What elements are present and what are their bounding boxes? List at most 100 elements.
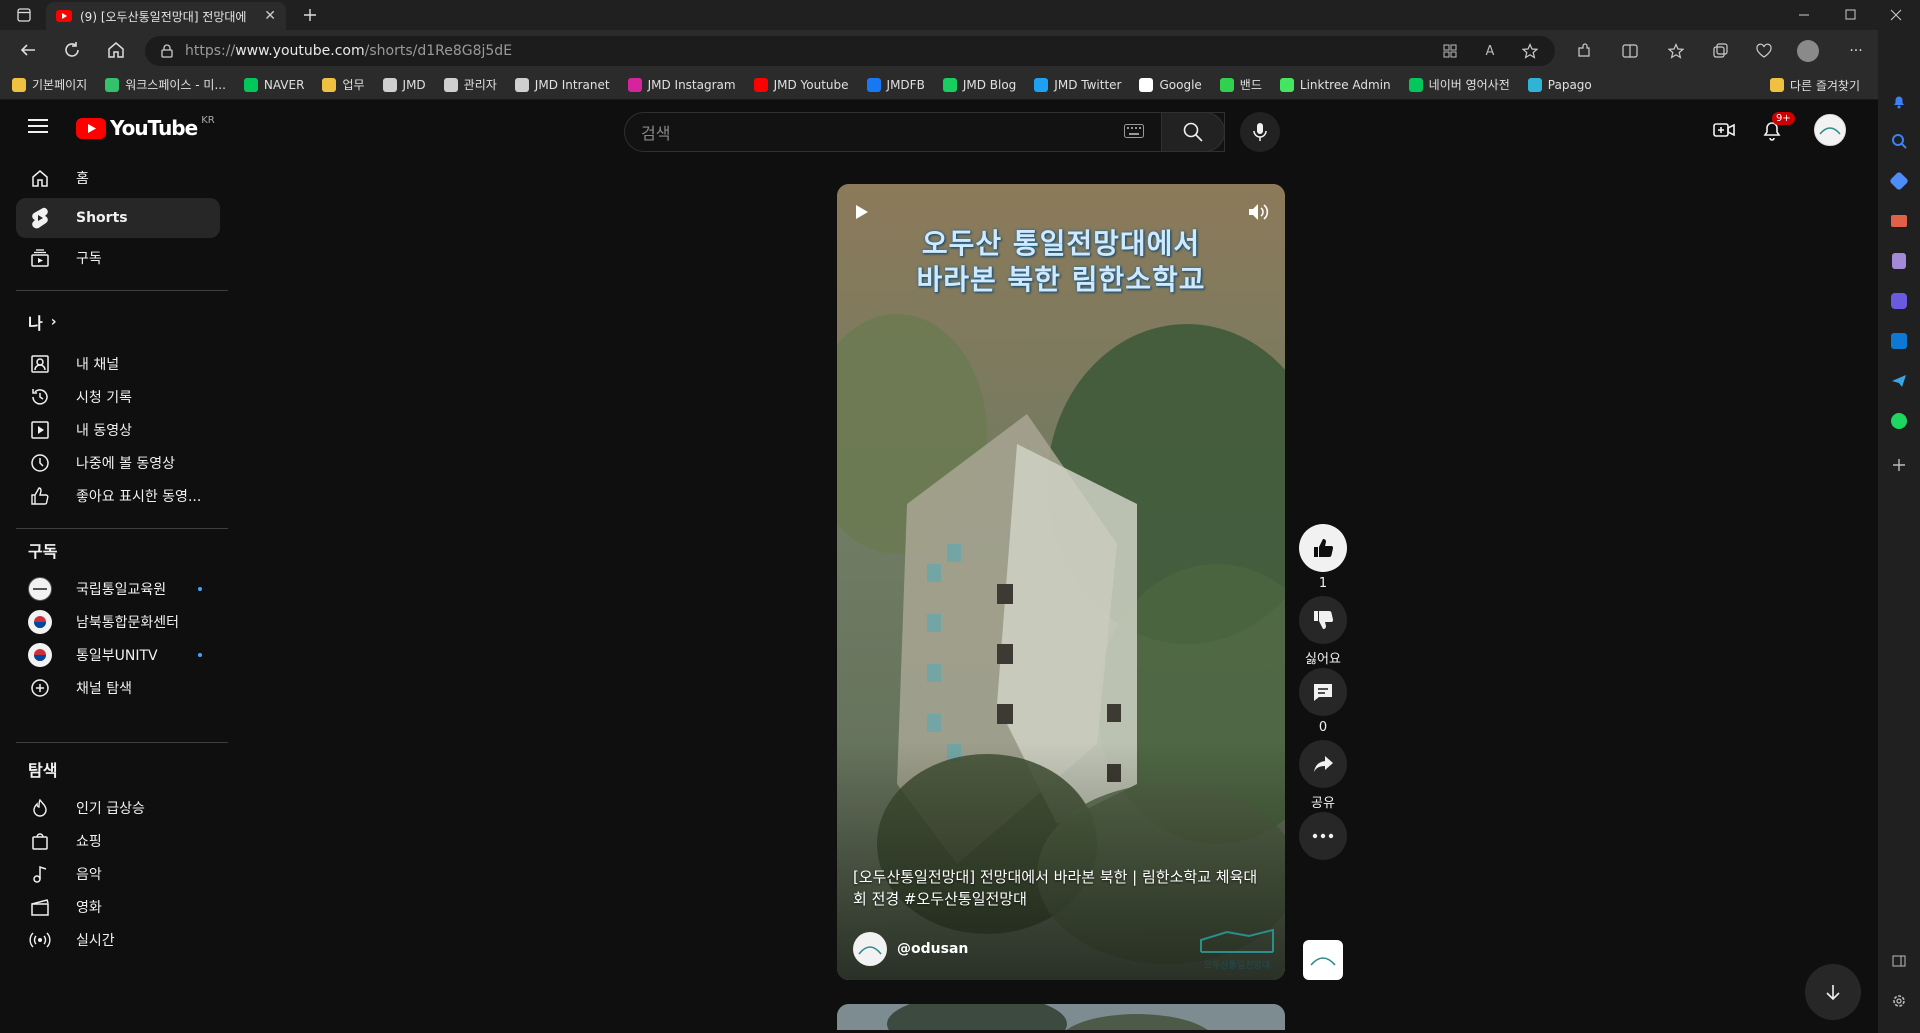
bookmark-item[interactable]: 밴드 xyxy=(1219,76,1262,93)
channel-handle[interactable]: @odusan xyxy=(897,941,968,957)
video-overlay-title: 오두산 통일전망대에서 바라본 북한 림한소학교 xyxy=(916,227,1206,296)
bookmark-item[interactable]: JMD xyxy=(382,77,426,92)
bookmark-item[interactable]: JMD Intranet xyxy=(514,77,610,92)
bookmark-item[interactable]: Google xyxy=(1139,77,1202,92)
guide-section-subscriptions: 구독 xyxy=(28,542,58,561)
search-input[interactable]: 검색 xyxy=(624,112,1225,152)
chevron-right-icon: › xyxy=(50,314,57,330)
guide-item-home[interactable]: 홈 xyxy=(16,158,220,198)
telegram-icon[interactable] xyxy=(1888,370,1910,392)
hide-sidebar-icon[interactable] xyxy=(1888,950,1910,972)
bookmark-item[interactable]: Linktree Admin xyxy=(1279,77,1391,92)
new-tab-icon[interactable] xyxy=(296,1,324,29)
masthead: YouTube KR 검색 9+ xyxy=(4,102,1876,158)
guide-item-liked-videos[interactable]: 좋아요 표시한 동영... xyxy=(16,476,220,516)
hamburger-menu-icon[interactable] xyxy=(28,118,48,134)
settings-gear-icon[interactable] xyxy=(1888,990,1910,1012)
youtube-logo[interactable]: YouTube KR xyxy=(76,115,215,140)
keyboard-icon[interactable] xyxy=(1124,124,1144,138)
minimize-icon[interactable] xyxy=(1790,1,1818,29)
thumbs-up-icon xyxy=(28,484,52,508)
app-available-icon[interactable] xyxy=(1436,37,1464,65)
more-menu-icon[interactable]: ··· xyxy=(1842,37,1870,65)
comments-button[interactable] xyxy=(1299,668,1347,716)
search-sidebar-icon[interactable] xyxy=(1888,130,1910,152)
thumbs-down-icon xyxy=(1314,611,1334,629)
bookmark-item[interactable]: JMDFB xyxy=(866,77,925,92)
collections-icon[interactable] xyxy=(1706,37,1734,65)
bookmark-favicon-icon xyxy=(1034,77,1049,92)
notifications-bell-icon[interactable]: 9+ xyxy=(1760,112,1795,142)
guide-item-subscriptions[interactable]: 구독 xyxy=(16,238,220,278)
split-screen-icon[interactable] xyxy=(1616,37,1644,65)
play-icon[interactable] xyxy=(855,204,869,220)
bookmark-item[interactable]: JMD Youtube xyxy=(753,77,849,92)
spotify-icon[interactable] xyxy=(1888,410,1910,432)
tools-briefcase-icon[interactable] xyxy=(1888,210,1910,232)
search-button[interactable] xyxy=(1161,112,1225,152)
audio-source-thumbnail[interactable] xyxy=(1303,940,1343,980)
url-text[interactable]: https://www.youtube.com/shorts/d1Re8G8j5… xyxy=(185,43,512,59)
create-video-icon[interactable] xyxy=(1712,118,1736,142)
close-window-icon[interactable] xyxy=(1882,1,1910,29)
bookmark-favicon-icon xyxy=(12,77,26,92)
guide-section-you[interactable]: 나 › xyxy=(28,310,57,334)
share-button[interactable] xyxy=(1299,740,1347,788)
copilot-hex-icon[interactable] xyxy=(1888,290,1910,312)
odusan-logo-icon xyxy=(1819,127,1841,135)
new-content-dot xyxy=(198,653,202,657)
account-avatar[interactable] xyxy=(1814,114,1846,146)
volume-icon[interactable] xyxy=(1247,202,1269,222)
voice-search-button[interactable] xyxy=(1240,112,1280,152)
home-icon[interactable] xyxy=(102,36,130,64)
bookmark-item[interactable]: 네이버 영어사전 xyxy=(1408,76,1510,93)
bell-sidebar-icon[interactable] xyxy=(1888,90,1910,112)
channel-avatar xyxy=(28,643,52,667)
bookmark-item[interactable]: NAVER xyxy=(243,77,304,92)
guide-divider xyxy=(16,528,228,529)
back-icon[interactable] xyxy=(14,36,42,64)
bookmark-item[interactable]: Papago xyxy=(1527,77,1592,92)
games-icon[interactable] xyxy=(1888,250,1910,272)
bookmark-item[interactable]: 업무 xyxy=(322,76,365,93)
bookmark-item[interactable]: 워크스페이스 - 미... xyxy=(105,76,226,93)
bookmark-favicon-icon xyxy=(382,77,397,92)
restore-icon[interactable] xyxy=(1836,1,1864,29)
favorite-star-icon[interactable] xyxy=(1516,37,1544,65)
guide-item-shorts[interactable]: Shorts xyxy=(16,198,220,238)
other-favorites[interactable]: 다른 즐겨찾기 xyxy=(1769,70,1860,100)
shorts-video-player[interactable]: 오두산 통일전망대에서 바라본 북한 림한소학교 [오두산통일전망대] 전망대에… xyxy=(837,184,1285,980)
clock-icon xyxy=(28,451,52,475)
favorites-icon[interactable] xyxy=(1662,37,1690,65)
read-aloud-icon[interactable]: A xyxy=(1476,37,1504,65)
browser-tab-active[interactable]: (9) [오두산통일전망대] 전망대에 ✕ xyxy=(46,2,286,30)
profile-avatar-icon[interactable] xyxy=(1794,37,1822,65)
reload-icon[interactable] xyxy=(58,36,86,64)
bookmark-item[interactable]: JMD Instagram xyxy=(627,77,736,92)
next-video-button[interactable] xyxy=(1805,964,1861,1020)
channel-info[interactable]: @odusan xyxy=(853,932,968,966)
close-tab-icon[interactable]: ✕ xyxy=(264,8,276,24)
bookmark-item[interactable]: JMD Twitter xyxy=(1034,77,1121,92)
tab-actions-icon[interactable] xyxy=(10,1,38,29)
like-button[interactable] xyxy=(1299,524,1347,572)
address-bar[interactable]: https://www.youtube.com/shorts/d1Re8G8j5… xyxy=(145,36,1555,66)
guide-item-live[interactable]: 실시간 xyxy=(16,920,220,960)
extensions-icon[interactable] xyxy=(1570,37,1598,65)
add-sidebar-icon[interactable] xyxy=(1888,454,1910,476)
guide-sidebar: 홈 Shorts 구독 나 › 내 채널 시청 기록 내 동영상 나중에 볼 동… xyxy=(4,158,230,1030)
channel-avatar xyxy=(28,577,52,601)
more-actions-button[interactable] xyxy=(1299,812,1347,860)
home-icon xyxy=(28,166,52,190)
video-frame xyxy=(837,184,1285,980)
browser-essentials-icon[interactable] xyxy=(1750,37,1778,65)
shopping-tag-icon[interactable] xyxy=(1888,170,1910,192)
bookmark-item[interactable]: JMD Blog xyxy=(942,77,1016,92)
bookmark-item[interactable]: 관리자 xyxy=(443,76,497,93)
bookmark-item[interactable]: 기본페이지 xyxy=(12,76,87,93)
outlook-icon[interactable] xyxy=(1888,330,1910,352)
dislike-button[interactable] xyxy=(1299,596,1347,644)
next-short-preview[interactable] xyxy=(837,1004,1285,1030)
guide-item-browse-channels[interactable]: 채널 탐색 xyxy=(16,668,220,708)
video-title[interactable]: [오두산통일전망대] 전망대에서 바라본 북한 | 림한소학교 체육대회 전경 … xyxy=(853,866,1269,910)
